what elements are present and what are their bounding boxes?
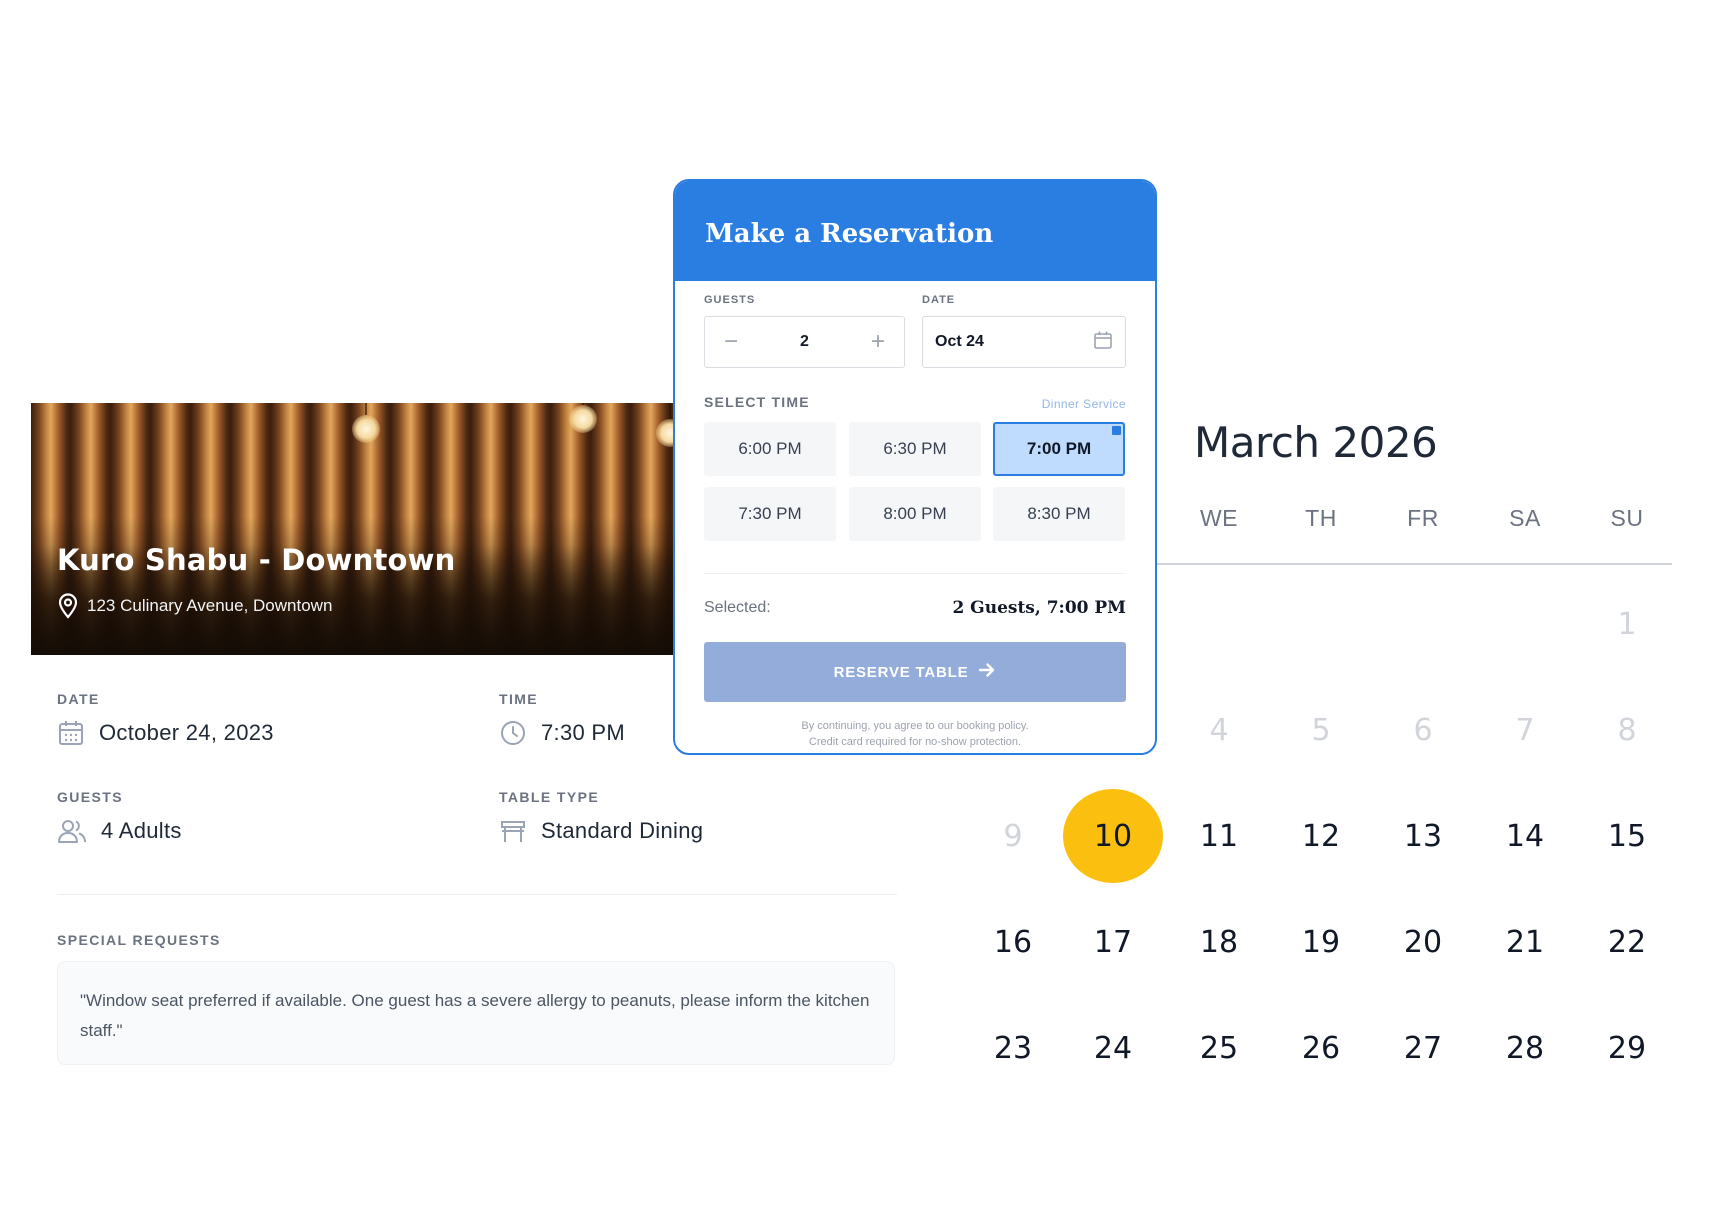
guests-text: 4 Adults — [101, 818, 182, 843]
guests-count[interactable]: 2 — [757, 317, 852, 367]
calendar-day[interactable]: 28 — [1485, 1031, 1565, 1066]
calendar-day[interactable]: 4 — [1179, 713, 1259, 748]
selected-label: Selected: — [704, 599, 771, 616]
calendar-day[interactable]: 13 — [1383, 819, 1463, 854]
weekday-header: TH — [1305, 505, 1337, 531]
calendar-day[interactable]: 12 — [1281, 819, 1361, 854]
date-text: October 24, 2023 — [99, 720, 274, 745]
calendar-day[interactable]: 1 — [1587, 607, 1667, 642]
date-label: DATE — [57, 691, 100, 707]
modal-header: Make a Reservation — [675, 181, 1155, 281]
time-label: TIME — [499, 691, 539, 707]
users-icon — [57, 817, 87, 845]
section-divider — [57, 894, 897, 895]
dinner-service-label: Dinner Service — [1041, 397, 1126, 411]
time-value: 7:30 PM — [499, 719, 625, 747]
special-requests-text: "Window seat preferred if available. One… — [57, 961, 895, 1065]
calendar-day[interactable]: 20 — [1383, 925, 1463, 960]
time-slot[interactable]: 6:00 PM — [704, 422, 836, 476]
reservation-modal: Make a Reservation GUESTS − 2 + DATE Oct… — [673, 179, 1157, 755]
table-type-label: TABLE TYPE — [499, 789, 600, 805]
weekday-header: WE — [1199, 505, 1239, 531]
selected-corner-marker — [1112, 426, 1121, 435]
calendar-header-divider — [1155, 563, 1672, 565]
calendar-icon — [57, 719, 85, 747]
date-input-value: Oct 24 — [935, 333, 984, 350]
pendant-lamp — [569, 403, 597, 433]
guests-label: GUESTS — [57, 789, 123, 805]
modal-title: Make a Reservation — [705, 219, 994, 249]
increment-button[interactable]: + — [852, 317, 904, 367]
calendar-day[interactable]: 11 — [1179, 819, 1259, 854]
special-requests-label: SPECIAL REQUESTS — [57, 932, 221, 948]
weekday-header: SU — [1610, 505, 1644, 531]
calendar-day[interactable]: 18 — [1179, 925, 1259, 960]
calendar-day[interactable]: 22 — [1587, 925, 1667, 960]
calendar-day[interactable]: 9 — [973, 819, 1053, 854]
calendar-day[interactable]: 21 — [1485, 925, 1565, 960]
calendar-day[interactable]: 8 — [1587, 713, 1667, 748]
time-text: 7:30 PM — [541, 720, 626, 745]
calendar-day[interactable]: 6 — [1383, 713, 1463, 748]
calendar-day-selected[interactable]: 10 — [1073, 819, 1153, 854]
time-slot-label: 7:00 PM — [1026, 439, 1092, 458]
calendar-day[interactable]: 29 — [1587, 1031, 1667, 1066]
time-slot-selected[interactable]: 7:00 PM — [993, 422, 1125, 476]
arrow-right-icon — [978, 662, 996, 682]
policy-line: Credit card required for no-show protect… — [808, 736, 1022, 748]
time-slot[interactable]: 8:00 PM — [849, 487, 981, 541]
map-pin-icon — [57, 593, 79, 619]
restaurant-hero-image: Kuro Shabu - Downtown 123 Culinary Avenu… — [31, 403, 691, 655]
calendar-day[interactable]: 15 — [1587, 819, 1667, 854]
time-slot[interactable]: 7:30 PM — [704, 487, 836, 541]
reserve-button-label: RESERVE TABLE — [833, 663, 969, 681]
guests-value: 4 Adults — [57, 817, 182, 845]
guests-field-label: GUESTS — [704, 294, 756, 306]
calendar-day[interactable]: 27 — [1383, 1031, 1463, 1066]
table-type-text: Standard Dining — [541, 818, 704, 843]
calendar-icon[interactable] — [1093, 330, 1113, 355]
select-time-label: SELECT TIME — [704, 394, 810, 410]
time-slot[interactable]: 6:30 PM — [849, 422, 981, 476]
modal-divider — [704, 573, 1126, 574]
decrement-button[interactable]: − — [705, 317, 757, 367]
calendar-day[interactable]: 25 — [1179, 1031, 1259, 1066]
table-type-value: Standard Dining — [499, 817, 703, 845]
selected-summary: 2 Guests, 7:00 PM — [952, 598, 1126, 618]
reserve-table-button[interactable]: RESERVE TABLE — [704, 642, 1126, 702]
date-field-label: DATE — [922, 294, 956, 306]
restaurant-name: Kuro Shabu - Downtown — [57, 543, 456, 577]
date-input[interactable]: Oct 24 — [922, 316, 1126, 368]
calendar-day[interactable]: 24 — [1073, 1031, 1153, 1066]
calendar-month-title: March 2026 — [1194, 418, 1438, 467]
date-value: October 24, 2023 — [57, 719, 274, 747]
booking-policy-note: By continuing, you agree to our booking … — [675, 718, 1155, 750]
calendar-day[interactable]: 16 — [973, 925, 1053, 960]
time-slot[interactable]: 8:30 PM — [993, 487, 1125, 541]
restaurant-address: 123 Culinary Avenue, Downtown — [57, 593, 332, 619]
calendar-day[interactable]: 19 — [1281, 925, 1361, 960]
clock-icon — [499, 719, 527, 747]
calendar-day[interactable]: 26 — [1281, 1031, 1361, 1066]
calendar-day[interactable]: 23 — [973, 1031, 1053, 1066]
table-icon — [499, 817, 527, 845]
pendant-lamp — [352, 403, 380, 443]
policy-line: By continuing, you agree to our booking … — [801, 720, 1029, 732]
calendar-day[interactable]: 7 — [1485, 713, 1565, 748]
weekday-header: SA — [1509, 505, 1541, 531]
calendar-day[interactable]: 5 — [1281, 713, 1361, 748]
address-text: 123 Culinary Avenue, Downtown — [87, 596, 333, 615]
guests-stepper: − 2 + — [704, 316, 905, 368]
weekday-header: FR — [1407, 505, 1439, 531]
calendar-day[interactable]: 17 — [1073, 925, 1153, 960]
calendar-day[interactable]: 14 — [1485, 819, 1565, 854]
